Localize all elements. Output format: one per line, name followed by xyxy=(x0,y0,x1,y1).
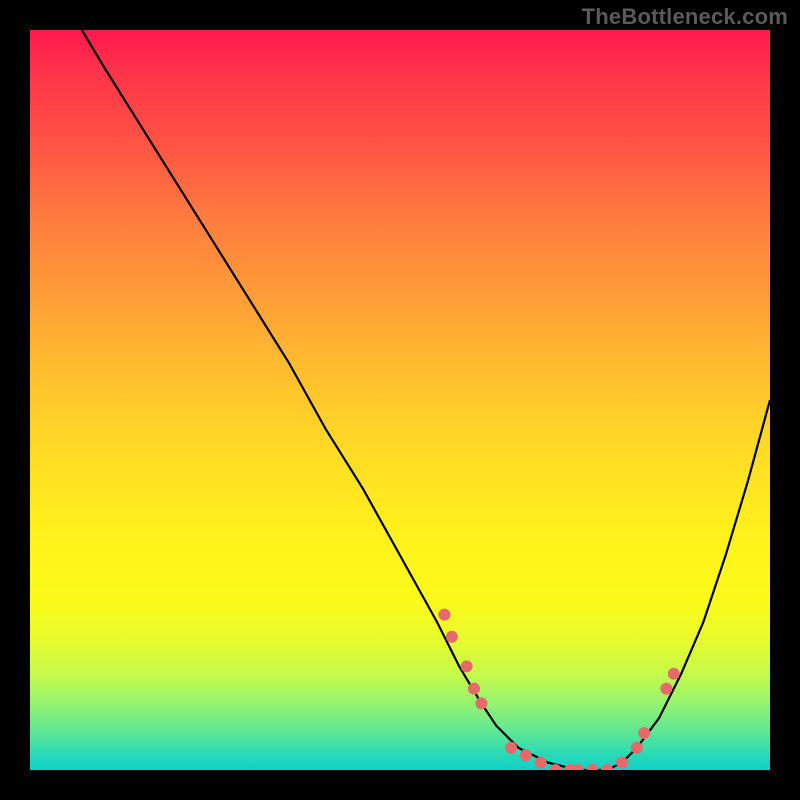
bottleneck-curve xyxy=(82,30,770,770)
watermark-text: TheBottleneck.com xyxy=(582,4,788,30)
highlight-dot xyxy=(520,749,532,761)
highlight-dot xyxy=(638,727,650,739)
highlight-dot xyxy=(461,660,473,672)
highlight-dot xyxy=(535,757,547,769)
highlight-dot xyxy=(660,683,672,695)
highlight-dot xyxy=(668,668,680,680)
highlight-dot xyxy=(631,742,643,754)
plot-area xyxy=(30,30,770,770)
chart-svg xyxy=(30,30,770,770)
highlight-dot xyxy=(601,764,613,770)
highlight-dot xyxy=(468,683,480,695)
highlight-dot xyxy=(586,764,598,770)
highlight-dots-group xyxy=(438,609,679,770)
highlight-dot xyxy=(446,631,458,643)
highlight-dot xyxy=(572,764,584,770)
highlight-dot xyxy=(505,742,517,754)
highlight-dot xyxy=(438,609,450,621)
highlight-dot xyxy=(475,697,487,709)
chart-container: TheBottleneck.com xyxy=(0,0,800,800)
highlight-dot xyxy=(616,757,628,769)
